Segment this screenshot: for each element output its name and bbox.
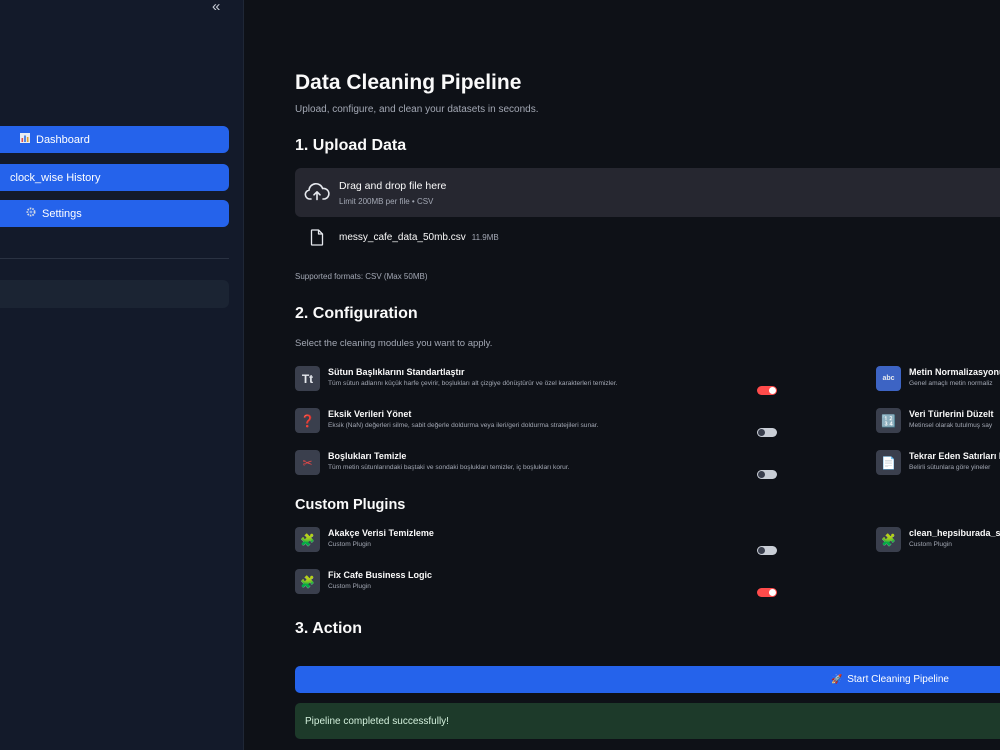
page-subtitle: Upload, configure, and clean your datase… (295, 104, 539, 115)
uploaded-file: messy_cafe_data_50mb.csv 11.9MB (339, 232, 499, 243)
nav-settings-label: Settings (42, 207, 82, 220)
puzzle-icon: 🧩 (295, 569, 320, 594)
toggle-standardize-headers[interactable] (757, 386, 777, 395)
gear-icon (26, 207, 36, 220)
module-desc: Genel amaçlı metin normaliz (909, 380, 993, 387)
question-icon: ❓ (295, 408, 320, 433)
nav-dashboard-button[interactable]: Dashboard (0, 126, 229, 153)
module-title: Sütun Başlıklarını Standartlaştır (328, 367, 465, 377)
collapse-sidebar-button[interactable]: « (212, 0, 220, 15)
plugin-title: clean_hepsiburada_sc (909, 528, 1000, 538)
module-desc: Tüm sütun adlarını küçük harfe çevirir, … (328, 380, 618, 387)
configuration-heading: 2. Configuration (295, 305, 418, 322)
success-message: Pipeline completed successfully! (305, 716, 449, 727)
custom-plugins-heading: Custom Plugins (295, 497, 406, 513)
toggle-plugin-fix-cafe[interactable] (757, 588, 777, 597)
plugin-desc: Custom Plugin (328, 541, 371, 548)
plugin-desc: Custom Plugin (909, 541, 952, 548)
module-title: Eksik Verileri Yönet (328, 409, 412, 419)
sidebar-divider (0, 258, 229, 259)
text-format-icon: Tt (295, 366, 320, 391)
toggle-plugin-akakce[interactable] (757, 546, 777, 555)
page-title: Data Cleaning Pipeline (295, 71, 522, 94)
module-desc: Tüm metin sütunlarındaki baştaki ve sond… (328, 464, 570, 471)
module-title: Tekrar Eden Satırları K (909, 451, 1000, 461)
puzzle-icon: 🧩 (295, 527, 320, 552)
scissors-icon: ✂ (295, 450, 320, 475)
module-title: Veri Türlerini Düzelt (909, 409, 994, 419)
document-icon: 📄 (876, 450, 901, 475)
nav-settings-button[interactable]: Settings (0, 200, 229, 227)
plugin-desc: Custom Plugin (328, 583, 371, 590)
module-desc: Belirli sütunlara göre yineler (909, 464, 991, 471)
upload-heading: 1. Upload Data (295, 137, 407, 154)
toggle-missing-values[interactable] (757, 428, 777, 437)
upload-cloud-icon (304, 182, 330, 207)
toggle-trim-whitespace[interactable] (757, 470, 777, 479)
bar-chart-icon (20, 133, 30, 146)
start-pipeline-button[interactable]: 🚀 Start Cleaning Pipeline (295, 666, 1000, 693)
file-icon (310, 229, 324, 251)
module-title: Boşlukları Temizle (328, 451, 407, 461)
nav-history-label: clock_wise History (10, 171, 101, 184)
module-title: Metin Normalizasyonu (909, 367, 1000, 377)
module-desc: Metinsel olarak tutulmuş say (909, 422, 993, 429)
abc-icon: abc (876, 366, 901, 391)
nav-history-button[interactable]: clock_wise History (0, 164, 229, 191)
file-name-text: messy_cafe_data_50mb.csv (339, 232, 466, 243)
file-dropzone[interactable]: Drag and drop file here Limit 200MB per … (295, 168, 1000, 217)
rocket-icon: 🚀 (831, 674, 843, 684)
dropzone-limit: Limit 200MB per file • CSV (339, 197, 434, 206)
success-alert: Pipeline completed successfully! (295, 703, 1000, 739)
module-desc: Eksik (NaN) değerleri silme, sabit değer… (328, 422, 599, 429)
configuration-subtitle: Select the cleaning modules you want to … (295, 338, 493, 349)
start-pipeline-label: Start Cleaning Pipeline (847, 674, 949, 685)
supported-formats: Supported formats: CSV (Max 50MB) (295, 272, 428, 281)
dropzone-title: Drag and drop file here (339, 180, 447, 192)
puzzle-icon: 🧩 (876, 527, 901, 552)
main-content: Data Cleaning Pipeline Upload, configure… (244, 0, 1000, 750)
sidebar: « Dashboard clock_wise History Settings (0, 0, 244, 750)
plugin-title: Akakçe Verisi Temizleme (328, 528, 434, 538)
nav-dashboard-label: Dashboard (36, 133, 90, 146)
file-size: 11.9MB (471, 233, 499, 242)
plugin-title: Fix Cafe Business Logic (328, 570, 433, 580)
action-heading: 3. Action (295, 620, 362, 637)
sidebar-empty-box[interactable] (0, 280, 229, 308)
numbers-icon: 🔢 (876, 408, 901, 433)
